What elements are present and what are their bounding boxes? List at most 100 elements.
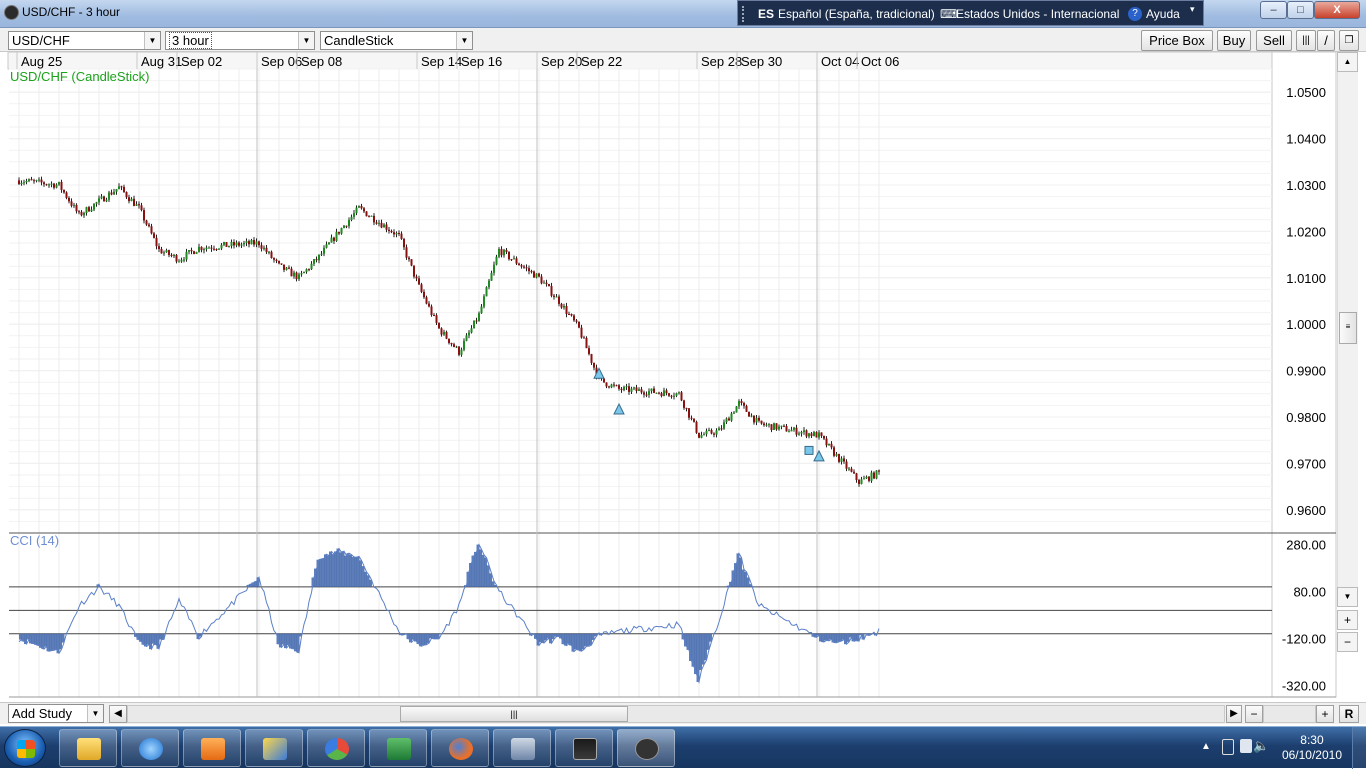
sell-button[interactable]: Sell — [1256, 30, 1292, 51]
candle-body — [143, 210, 145, 220]
keyboard-icon[interactable]: ⌨ — [940, 7, 957, 21]
bottom-toolbar: Add Study ▼ ◀ ||| ▶ − + R — [0, 702, 1366, 724]
candle-body — [96, 202, 98, 203]
vertical-scroll-track[interactable]: ≡ — [1337, 72, 1358, 587]
taskbar-media-player[interactable] — [183, 729, 241, 767]
taskbar-internet-explorer[interactable] — [121, 729, 179, 767]
candle-body — [863, 478, 865, 479]
zoom-plus-button[interactable]: + — [1316, 705, 1334, 723]
scroll-right-button[interactable]: ▶ — [1226, 705, 1242, 723]
window-layout-icon[interactable]: ❐ — [1339, 30, 1359, 51]
chevron-down-icon[interactable]: ▼ — [298, 32, 314, 49]
candle-body — [33, 180, 35, 181]
tray-expand-icon[interactable]: ▲ — [1201, 741, 1211, 752]
grip-icon[interactable] — [742, 6, 748, 22]
zoom-minus-button[interactable]: − — [1245, 705, 1263, 723]
chart-type-select[interactable]: CandleStick ▼ — [320, 31, 473, 50]
candle-body — [606, 382, 608, 386]
chevron-down-icon[interactable]: ▼ — [87, 705, 103, 722]
bars-tool-icon[interactable]: ||| — [1296, 30, 1316, 51]
buy-button[interactable]: Buy — [1217, 30, 1251, 51]
price-box-button[interactable]: Price Box — [1141, 30, 1213, 51]
candle-body — [651, 389, 653, 392]
chevron-down-icon[interactable]: ▼ — [456, 32, 472, 49]
candle-body — [283, 265, 285, 270]
minimize-button[interactable]: – — [1260, 1, 1287, 19]
chart-area[interactable]: Aug 25Aug 31Sep 02Sep 06Sep 08Sep 14Sep … — [0, 52, 1366, 702]
candle-body — [571, 314, 573, 315]
candle-body — [378, 223, 380, 224]
volume-icon[interactable]: 🔈 — [1253, 738, 1269, 754]
candle-body — [673, 396, 675, 397]
candle-body — [356, 208, 358, 213]
candle-body — [178, 261, 180, 262]
keyboard-layout[interactable]: Estados Unidos - Internacional — [956, 7, 1119, 21]
language-bar-options-icon[interactable]: ▾ — [1190, 4, 1195, 15]
candle-body — [808, 433, 810, 436]
taskbar-network[interactable] — [493, 729, 551, 767]
candle-body — [626, 386, 628, 387]
taskbar-explorer[interactable] — [59, 729, 117, 767]
removable-device-icon[interactable] — [1222, 739, 1234, 755]
candle-body — [736, 406, 738, 412]
chevron-down-icon[interactable]: ▼ — [144, 32, 160, 49]
candle-body — [398, 233, 400, 234]
taskbar-stock-chart[interactable] — [555, 729, 613, 767]
symbol-select[interactable]: USD/CHF ▼ — [8, 31, 161, 50]
candle-body — [133, 199, 135, 206]
horizontal-scroll-track[interactable]: ||| — [127, 705, 1225, 723]
start-button[interactable] — [4, 729, 46, 767]
zoom-in-button[interactable]: + — [1337, 610, 1358, 630]
scroll-up-button[interactable]: ▲ — [1337, 52, 1358, 72]
vertical-scroll-thumb[interactable]: ≡ — [1339, 312, 1357, 344]
line-tool-icon[interactable]: / — [1317, 30, 1335, 51]
candle-body — [213, 249, 215, 250]
candle-body — [816, 432, 818, 437]
candle-body — [466, 335, 468, 340]
taskbar-paint[interactable] — [245, 729, 303, 767]
candle-body — [156, 238, 158, 246]
system-clock[interactable]: 8:30 06/10/2010 — [1282, 733, 1342, 763]
candle-body — [93, 204, 95, 210]
stock-chart-icon — [573, 738, 597, 760]
scroll-left-button[interactable]: ◀ — [109, 705, 127, 723]
window-title-bar: USD/CHF - 3 hour ES Español (España, tra… — [0, 0, 1366, 28]
language-name[interactable]: Español (España, tradicional) — [778, 7, 935, 21]
horizontal-scroll-thumb[interactable]: ||| — [400, 706, 628, 722]
language-bar[interactable]: ES Español (España, tradicional) ⌨ Estad… — [737, 0, 1204, 26]
help-icon[interactable]: ? — [1128, 7, 1142, 21]
date-tick-label: Sep 28 — [701, 54, 742, 69]
scroll-down-button[interactable]: ▼ — [1337, 587, 1358, 607]
show-desktop-button[interactable] — [1352, 727, 1366, 769]
zoom-slider[interactable] — [1263, 705, 1316, 723]
reset-button[interactable]: R — [1339, 705, 1359, 723]
candle-body — [181, 260, 183, 262]
candle-body — [488, 281, 490, 288]
interval-select[interactable]: 3 hour ▼ — [165, 31, 315, 50]
taskbar-messenger[interactable] — [307, 729, 365, 767]
candle-body — [453, 344, 455, 347]
network-status-icon[interactable] — [1240, 739, 1252, 753]
candle-body — [671, 396, 673, 397]
date-tick-label: Sep 08 — [301, 54, 342, 69]
candle-body — [171, 255, 173, 256]
taskbar-firefox[interactable] — [431, 729, 489, 767]
chart-canvas[interactable]: Aug 25Aug 31Sep 02Sep 06Sep 08Sep 14Sep … — [0, 52, 1366, 702]
close-button[interactable]: X — [1314, 1, 1360, 19]
candle-body — [123, 187, 125, 192]
zoom-out-button[interactable]: − — [1337, 632, 1358, 652]
candle-body — [118, 186, 120, 189]
candle-body — [841, 458, 843, 461]
candle-body — [68, 198, 70, 201]
candle-body — [546, 283, 548, 284]
taskbar-trading-app[interactable] — [617, 729, 675, 767]
taskbar-excel[interactable] — [369, 729, 427, 767]
maximize-button[interactable]: □ — [1287, 1, 1314, 19]
candle-body — [101, 196, 103, 198]
help-label[interactable]: Ayuda — [1146, 7, 1180, 21]
add-study-select[interactable]: Add Study ▼ — [8, 704, 104, 723]
candle-body — [161, 249, 163, 253]
language-code[interactable]: ES — [758, 7, 774, 21]
candle-body — [153, 233, 155, 237]
candle-body — [518, 264, 520, 266]
